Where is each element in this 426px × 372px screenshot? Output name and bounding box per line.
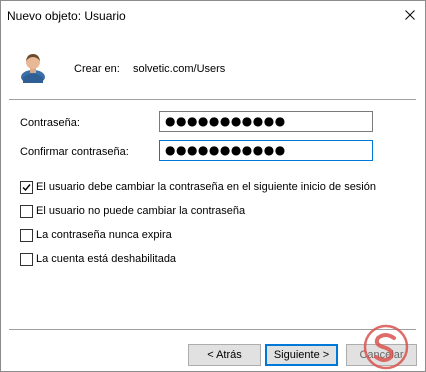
confirm-password-label: Confirmar contraseña: — [20, 146, 129, 158]
solvetic-logo-icon — [363, 324, 409, 370]
checkmark-icon — [22, 183, 31, 191]
title-bar: Nuevo objeto: Usuario — [1, 1, 425, 31]
confirm-password-field[interactable]: ●●●●●●●●●●● — [159, 140, 373, 161]
option-account-disabled[interactable]: La cuenta está deshabilitada — [20, 252, 176, 266]
next-button[interactable]: Siguiente > — [265, 344, 338, 366]
close-icon — [405, 10, 415, 20]
password-label: Contraseña: — [20, 117, 80, 129]
password-field[interactable]: ●●●●●●●●●●● — [159, 111, 373, 132]
cannot-change-password-checkbox[interactable] — [20, 204, 33, 218]
option-password-never-expires[interactable]: La contraseña nunca expira — [20, 228, 172, 242]
account-disabled-checkbox[interactable] — [20, 252, 33, 266]
option-must-change-password[interactable]: El usuario debe cambiar la contraseña en… — [20, 180, 376, 194]
create-in-path: solvetic.com/Users — [133, 63, 226, 75]
cannot-change-password-label: El usuario no puede cambiar la contraseñ… — [36, 205, 246, 217]
account-disabled-label: La cuenta está deshabilitada — [36, 253, 177, 265]
close-button[interactable] — [399, 5, 421, 25]
divider — [9, 329, 416, 330]
password-never-expires-checkbox[interactable] — [20, 228, 33, 242]
must-change-password-checkbox[interactable] — [20, 180, 33, 194]
create-in-label: Crear en: — [74, 63, 120, 75]
user-icon — [21, 54, 45, 83]
must-change-password-label: El usuario debe cambiar la contraseña en… — [36, 181, 376, 193]
back-button[interactable]: < Atrás — [188, 344, 261, 366]
divider — [9, 99, 416, 100]
password-never-expires-label: La contraseña nunca expira — [36, 229, 172, 241]
option-cannot-change-password[interactable]: El usuario no puede cambiar la contraseñ… — [20, 204, 245, 218]
window-title: Nuevo objeto: Usuario — [7, 9, 126, 23]
new-user-dialog: Nuevo objeto: Usuario Crear en: solvetic… — [0, 0, 426, 372]
